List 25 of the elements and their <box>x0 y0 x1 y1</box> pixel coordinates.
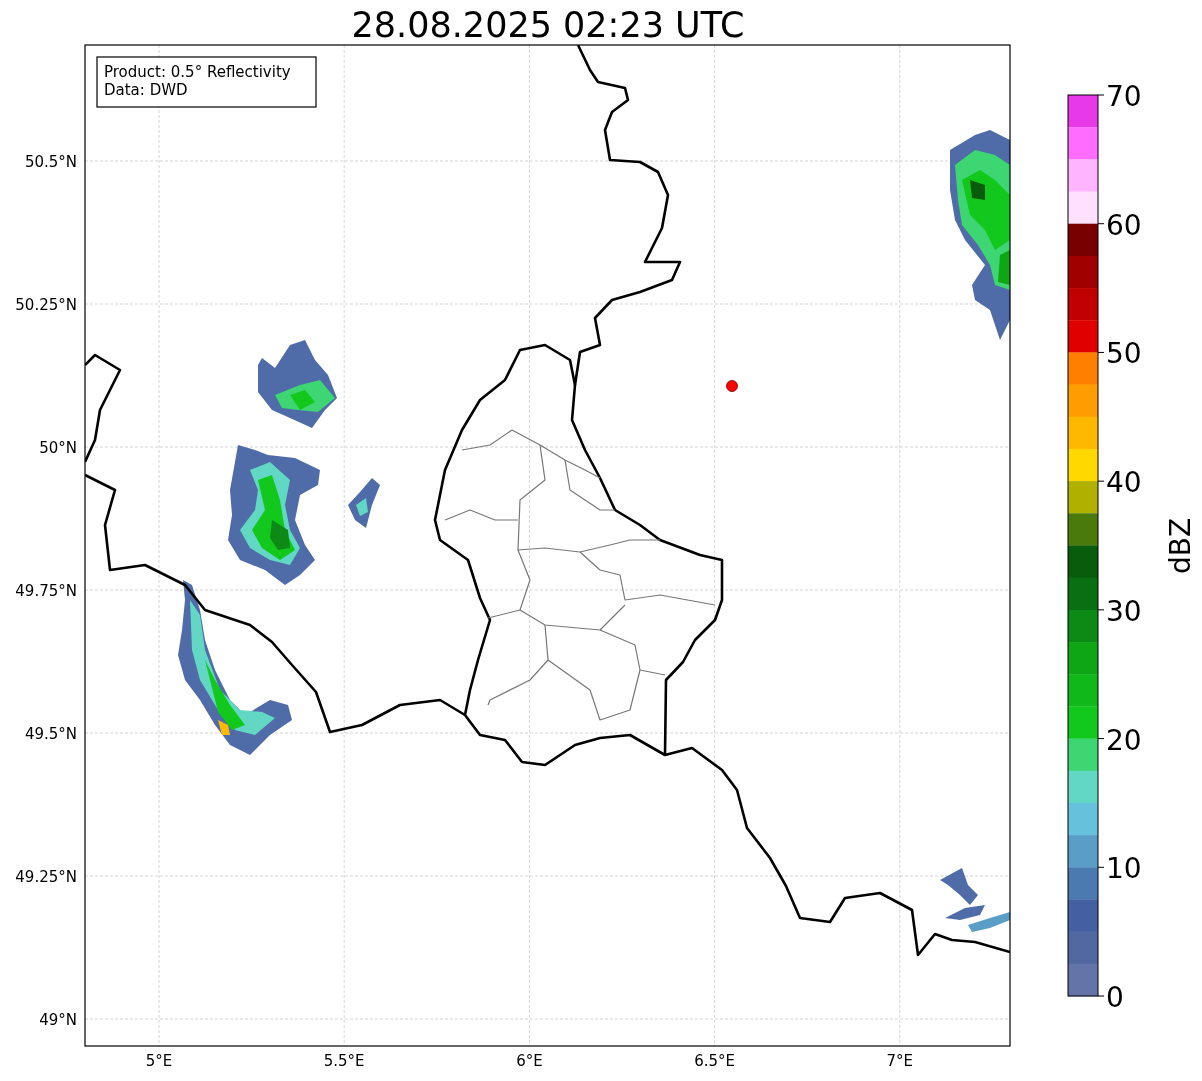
station-marker <box>726 380 738 392</box>
legend-text: Data: DWD <box>104 81 188 99</box>
colorbar-tick-label: 60 <box>1106 208 1142 242</box>
latitude-tick-label: 50.25°N <box>15 296 77 314</box>
longitude-tick-label: 7°E <box>886 1052 914 1070</box>
colorbar-tick-label: 10 <box>1106 852 1142 886</box>
longitude-tick-label: 5.5°E <box>323 1052 365 1070</box>
colorbar-tick-label: 40 <box>1106 466 1142 500</box>
longitude-tick-label: 6°E <box>516 1052 543 1070</box>
colorbar-tick-label: 0 <box>1106 981 1124 1014</box>
colorbar-tick-label: 50 <box>1106 337 1142 371</box>
latitude-tick-label: 49°N <box>39 1011 77 1029</box>
latitude-tick-label: 49.75°N <box>15 582 77 600</box>
plot-title: 28.08.2025 02:23 UTC <box>351 5 745 45</box>
legend-text: Product: 0.5° Reflectivity <box>104 63 291 81</box>
colorbar-tick-label: 70 <box>1106 80 1142 113</box>
latitude-tick-label: 50°N <box>39 439 77 457</box>
latitude-tick-label: 49.25°N <box>15 868 77 886</box>
colorbar-label: dBZ <box>1164 517 1197 575</box>
latitude-tick-label: 50.5°N <box>24 153 77 171</box>
latitude-tick-label: 49.5°N <box>24 725 77 743</box>
longitude-tick-label: 6.5°E <box>694 1052 735 1070</box>
longitude-tick-label: 5°E <box>145 1052 173 1070</box>
colorbar-tick-label: 20 <box>1106 723 1142 757</box>
colorbar-tick-label: 30 <box>1106 594 1142 628</box>
